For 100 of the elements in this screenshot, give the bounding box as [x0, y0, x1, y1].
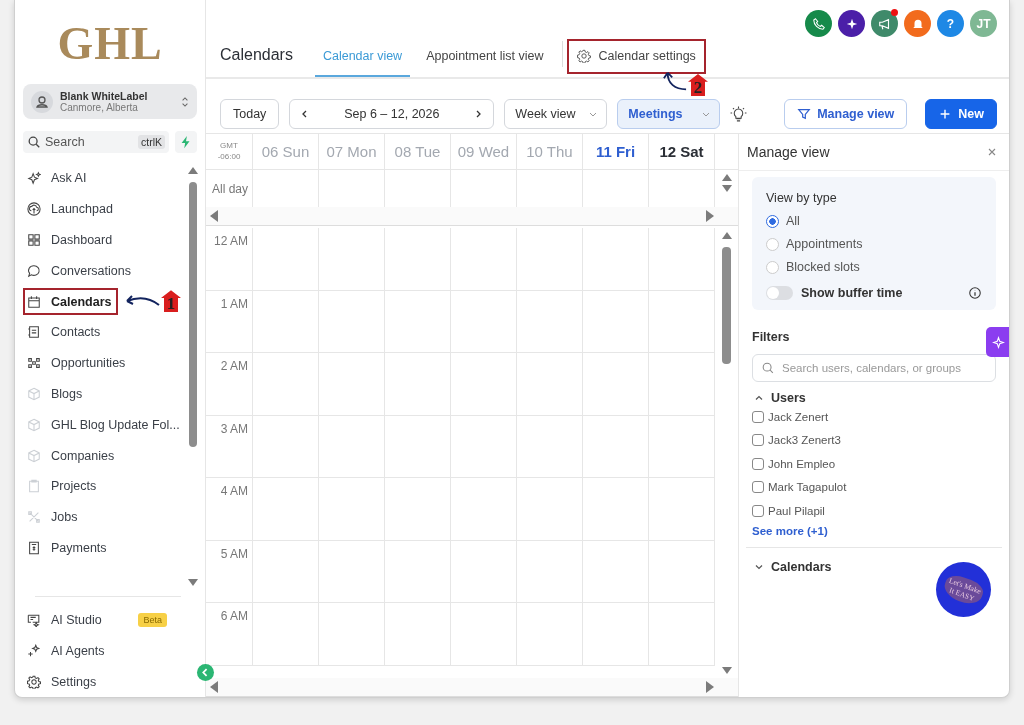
beta-badge: Beta [138, 613, 167, 627]
calendar-icon [27, 294, 41, 309]
sidebar-item[interactable]: Jobs [23, 501, 82, 533]
sparkle-icon [991, 335, 1005, 349]
sidebar-item[interactable]: Companies [23, 440, 119, 471]
callout-badge: 1 [161, 290, 181, 313]
sidebar-item[interactable]: Blogs [23, 378, 87, 410]
item-label: AI Studio [51, 613, 103, 627]
assistant-button[interactable] [838, 10, 865, 37]
user-checkbox[interactable]: Paul Pilapil [752, 499, 996, 523]
hour-label: 3 AM [220, 421, 248, 436]
new-button[interactable]: New [925, 99, 997, 129]
user-checkbox[interactable]: Jack3 Zenert3 [752, 428, 996, 452]
announcements-button[interactable] [871, 10, 898, 37]
timezone-label: GMT -06:00 [206, 134, 253, 169]
grid-icon [27, 233, 41, 247]
view-dropdown[interactable]: Week view [504, 99, 608, 129]
search-field[interactable]: Search ctrlK [23, 131, 169, 153]
radio-option[interactable]: Blocked slots [766, 259, 982, 275]
cloud-icon [27, 202, 41, 217]
settings-icon [576, 49, 591, 63]
day-header: 09 Wed [451, 134, 517, 169]
scrollbar[interactable] [206, 678, 738, 697]
hour-label: 2 AM [220, 359, 248, 373]
radio-option[interactable]: Appointments [766, 236, 982, 252]
hour-label: 5 AM [220, 546, 248, 561]
sidebar-item[interactable]: Dashboard [23, 224, 117, 256]
manage-view-button[interactable]: Manage view [784, 99, 908, 129]
hour-label: 4 AM [220, 484, 248, 498]
calendar-settings-link[interactable]: Calendar settings [576, 49, 696, 63]
dropdown-value: Week view [515, 107, 576, 121]
sidebar-item[interactable]: Projects [23, 470, 101, 502]
sidebar-item[interactable]: AI Agents [23, 635, 197, 667]
sidebar-item[interactable]: Ask AI [23, 163, 91, 194]
sidebar-item[interactable]: Opportunities [23, 347, 130, 379]
day-header: 07 Mon [319, 134, 385, 169]
phone-button[interactable] [805, 10, 832, 37]
tab[interactable]: Appointment list view [418, 49, 552, 77]
sparkle-icon [27, 171, 41, 186]
sidebar-item[interactable]: GHL Blog Update Fol... [23, 409, 184, 441]
calendar-type-dropdown[interactable]: Meetings [617, 99, 721, 129]
notifications-button[interactable] [904, 10, 931, 37]
date-range: Sep 6 – 12, 2026 [344, 107, 440, 121]
search-field[interactable]: Search users, calendars, or groups [752, 354, 996, 382]
section-title: Filters [752, 330, 791, 344]
day-header: 08 Tue [385, 134, 451, 169]
search-icon [761, 361, 775, 375]
callout-arrow [662, 69, 688, 93]
close-icon[interactable] [987, 147, 997, 157]
toggle-label: Show buffer time [801, 286, 904, 300]
info-icon[interactable] [968, 286, 982, 300]
section-title: View by type [766, 191, 838, 205]
sidebar-item[interactable]: Conversations [23, 255, 135, 287]
hour-label: 1 AM [220, 296, 248, 311]
settings-icon [27, 674, 41, 689]
user-checkbox[interactable]: John Empleo [752, 452, 996, 476]
megaphone-icon [877, 16, 892, 31]
sidebar-item[interactable]: Calendars [23, 286, 116, 317]
section-toggle[interactable]: Users [754, 391, 996, 405]
sidebar-item[interactable]: AI Studio Beta [23, 604, 197, 636]
hour-label: 6 AM [220, 609, 248, 623]
dropdown-value: Meetings [628, 107, 683, 121]
account-switcher[interactable]: Blank WhiteLabel Canmore, Alberta [23, 84, 197, 119]
toggle-switch[interactable] [766, 286, 793, 300]
search-label: Search [45, 135, 86, 149]
shortcut-key: ctrlK [138, 135, 165, 149]
cube-icon [27, 448, 41, 463]
see-more-link[interactable]: See more (+1) [752, 524, 996, 537]
sidebar-item[interactable]: Contacts [23, 317, 105, 348]
user-checkbox[interactable]: Mark Tagapulot [752, 475, 996, 499]
sidebar-item[interactable]: Payments [23, 532, 111, 564]
user-icon [31, 90, 53, 113]
collapse-button[interactable] [197, 664, 214, 681]
phone-icon [811, 16, 826, 31]
scrollbar[interactable] [206, 207, 738, 226]
lightbulb-icon[interactable] [730, 105, 748, 123]
date-range-picker[interactable]: Sep 6 – 12, 2026 [289, 99, 495, 129]
page-title: Calendars [220, 46, 293, 64]
user-checkbox[interactable]: Jack Zenert [752, 405, 996, 429]
chat-icon [27, 263, 41, 278]
sidebar-item[interactable]: Launchpad [23, 193, 117, 225]
cube-icon [27, 417, 41, 432]
item-label: AI Agents [51, 643, 106, 658]
account-name: Blank WhiteLabel [60, 90, 149, 102]
help-button[interactable]: ? [937, 10, 964, 37]
today-button[interactable]: Today [220, 99, 280, 129]
panel-title: Manage view [747, 144, 830, 160]
radio-option[interactable]: All [766, 213, 982, 229]
scrollbar[interactable] [188, 167, 197, 586]
callout-badge: 2 [688, 74, 708, 96]
ai-assist-button[interactable] [986, 327, 1009, 357]
sidebar-item[interactable]: Settings [23, 666, 197, 697]
search-icon [27, 135, 41, 149]
quick-action-button[interactable] [175, 131, 197, 153]
cross-icon [27, 510, 41, 525]
notification-dot [891, 9, 898, 16]
day-header: 06 Sun [253, 134, 319, 169]
contact-card-icon [27, 325, 41, 340]
clipboard-icon [27, 479, 41, 494]
screen-sparkle-icon [27, 613, 41, 627]
